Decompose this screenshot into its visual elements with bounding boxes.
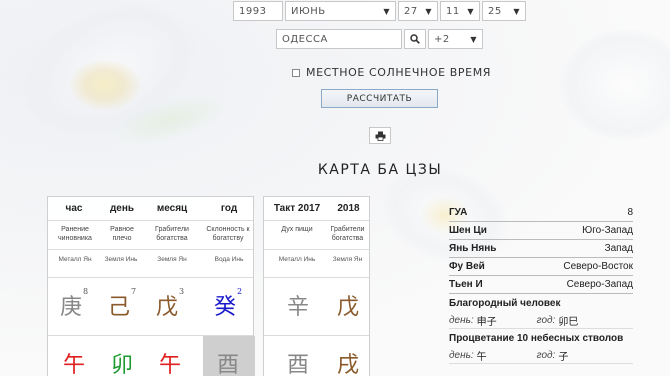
chevron-down-icon: ▼ [425,6,432,16]
divider [264,277,369,278]
chevron-down-icon: ▼ [513,6,520,16]
luck-stem-glyph-0: 辛 [286,295,309,320]
prosperity-day-value: 午 [476,351,487,363]
hour-value: 11 [446,5,460,17]
chevron-down-icon: ▼ [383,6,390,16]
local-solar-time-label: МЕСТНОЕ СОЛНЕЧНОЕ ВРЕМЯ [306,66,492,79]
local-solar-time-option[interactable]: МЕСТНОЕ СОЛНЕЧНОЕ ВРЕМЯ [292,66,491,79]
noble-year-value: 卯巳 [558,316,579,328]
info-value: 8 [627,207,633,218]
day-value: 27 [404,5,418,17]
luck-branch-glyph-1: 戌 [336,353,359,376]
luck-god-decade: Дух пищи [281,226,313,233]
year-value: 1993 [239,5,267,17]
prosperity-year-value: 子 [558,351,569,363]
element-day: Земля Инь [104,256,138,263]
ten-god-month: Грабители богатства [155,226,189,242]
luck-stem-glyph-1: 戊 [336,295,359,320]
prosperity-values: день: 午 год: 子 [449,347,633,364]
chevron-down-icon: ▼ [467,6,474,16]
element-month: Земля Ян [157,256,187,263]
printer-icon [375,131,385,141]
info-row: Тьен И Северо-Запад [449,276,633,294]
branch-glyph-1: 卯 [110,353,133,376]
month-select[interactable]: ИЮНЬ ▼ [285,1,396,21]
info-key: Фу Вей [449,261,485,272]
stem-glyph-3: 癸2 [213,287,243,320]
noble-person-title: Благородный человек [449,297,561,309]
info-key: Янь Нянь [449,243,497,254]
background-flower-petal [560,30,670,140]
noble-day-value: 申子 [476,316,497,328]
timezone-value: +2 [434,33,450,45]
luck-branch-glyph-0: 酉 [286,353,309,376]
info-value: Северо-Восток [563,261,633,272]
month-value: ИЮНЬ [291,5,326,17]
info-key: Тьен И [449,279,483,290]
stem-glyph-2: 戊3 [155,287,185,320]
divider [48,220,253,221]
info-value: Запад [604,243,633,254]
print-button[interactable] [369,127,391,144]
info-row: ГУА 8 [449,204,633,222]
luck-element-year: Земля Ян [332,256,363,263]
year-input[interactable]: 1993 [233,1,283,21]
branch-glyph-0: 午 [62,353,85,376]
noble-person-values: день: 申子 год: 卯巳 [449,312,633,329]
search-icon [410,34,420,44]
prosperity-year-label: год: [536,349,556,361]
luck-header-decade: Такт 2017 [273,203,321,214]
luck-pillars-table: Такт 2017 2018 Дух пищи Грабители богатс… [263,196,370,376]
divider [264,220,369,221]
element-hour: Металл Ян [58,256,92,263]
background-flower-center [70,60,140,110]
search-button[interactable] [404,29,426,49]
divider [264,249,369,250]
pillar-header-hour: час [65,203,83,214]
noble-day-label: день: [449,314,474,326]
ten-god-year: Склонность к богатству [206,226,250,242]
info-key: ГУА [449,207,468,218]
pillar-header-month: месяц [156,203,188,214]
minute-value: 25 [488,5,502,17]
info-rows: ГУА 8 Шен Ци Юго-Запад Янь Нянь Запад Фу Вей Се… [449,204,633,294]
info-panel: ГУА 8 Шен Ци Юго-Запад Янь Нянь Запад Фу Вей Се… [449,204,633,364]
luck-element-decade: Металл Инь [278,256,316,263]
info-value: Юго-Запад [582,225,633,236]
ten-god-day: Равное плечо [110,226,134,242]
element-year: Вода Инь [214,256,244,263]
ten-god-hour: Ранение чиновника [58,226,92,242]
divider [264,335,369,336]
stem-glyph-0: 庚8 [59,287,89,320]
info-row: Янь Нянь Запад [449,240,633,258]
pillar-header-year: год [220,203,238,214]
chart-title: КАРТА БА ЦЗЫ [317,162,443,178]
branch-glyph-2: 午 [158,353,181,376]
divider [48,249,253,250]
info-key: Шен Ци [449,225,487,236]
stem-glyph-1: 己7 [107,287,137,320]
luck-header-year: 2018 [337,203,360,214]
luck-god-year: Грабители богатства [330,226,365,242]
timezone-select[interactable]: +2 ▼ [428,29,483,49]
prosperity-day-label: день: [449,349,474,361]
info-row: Шен Ци Юго-Запад [449,222,633,240]
minute-select[interactable]: 25 ▼ [482,1,526,21]
divider [48,277,253,278]
chevron-down-icon: ▼ [470,34,477,44]
city-input[interactable]: ОДЕССА [276,29,402,49]
pillar-header-day: день [109,203,135,214]
city-value: ОДЕССА [282,33,328,45]
hour-select[interactable]: 11 ▼ [440,1,480,21]
day-select[interactable]: 27 ▼ [398,1,438,21]
noble-year-label: год: [536,314,556,326]
four-pillars-table: час день месяц год Ранение чиновника Рав… [47,196,255,376]
info-row: Фу Вей Северо-Восток [449,258,633,276]
branch-glyph-3: 酉 [216,353,239,376]
info-value: Северо-Запад [566,279,633,290]
local-solar-time-checkbox[interactable] [292,68,300,77]
calculate-button[interactable]: РАССЧИТАТЬ [321,89,438,108]
prosperity-title: Процветание 10 небесных стволов [449,332,624,344]
